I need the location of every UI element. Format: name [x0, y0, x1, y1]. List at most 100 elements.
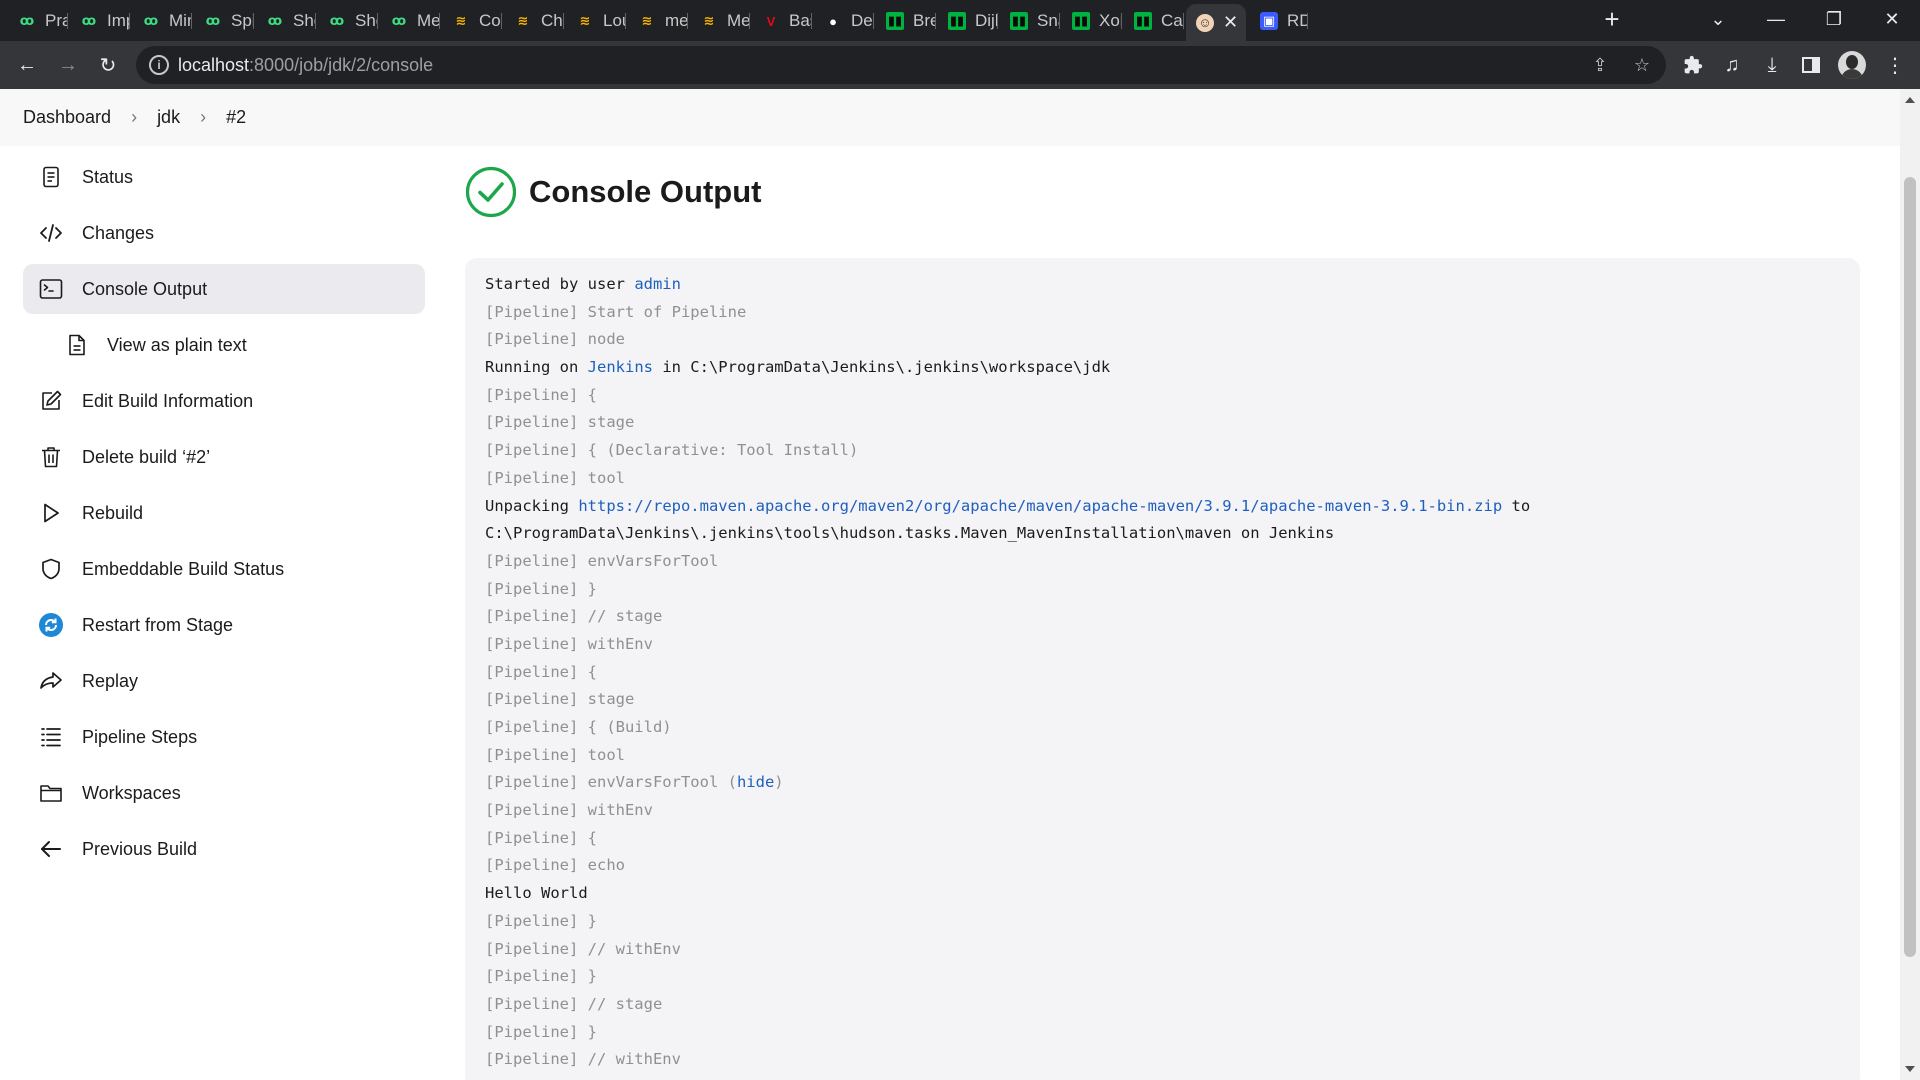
scroll-up-arrow-icon[interactable]: [1905, 97, 1915, 103]
sidebar-item-status[interactable]: Status: [23, 152, 425, 202]
stackoverflow-icon: ≋: [455, 13, 467, 28]
scrollbar-thumb[interactable]: [1904, 177, 1916, 957]
browser-tab[interactable]: ꝏ Sho: [318, 7, 378, 35]
console-text: in C:\ProgramData\Jenkins\.jenkins\works…: [652, 358, 1111, 377]
browser-tab[interactable]: ꝏ Spir: [194, 7, 254, 35]
sidebar-item-replay[interactable]: Replay: [23, 656, 425, 706]
shield-icon: [39, 557, 63, 581]
browser-tab[interactable]: ≋ Che: [504, 7, 564, 35]
green-square-icon: ▮▮: [886, 12, 904, 30]
console-text: [Pipeline] { (Build): [485, 718, 672, 736]
browser-tab[interactable]: ≋ Me: [690, 7, 750, 35]
minimize-window-button[interactable]: —: [1748, 0, 1804, 38]
browser-tab[interactable]: ▮▮ Xor: [1062, 7, 1122, 35]
sidebar-item-label: Pipeline Steps: [82, 726, 198, 747]
restore-window-button[interactable]: ❐: [1806, 0, 1862, 38]
sidebar-item-workspaces[interactable]: Workspaces: [23, 768, 425, 818]
browser-tab[interactable]: ꝏ Imp: [70, 7, 130, 35]
browser-tab[interactable]: ꝏ Prac: [8, 7, 68, 35]
terminal-icon: [39, 277, 63, 301]
browser-tab[interactable]: ꝏ Sho: [256, 7, 316, 35]
sidebar-item-delete-build[interactable]: Delete build ‘#2’: [23, 432, 425, 482]
extensions-puzzle-icon[interactable]: [1679, 51, 1707, 79]
play-icon: [39, 501, 63, 525]
console-line: [Pipeline] node: [485, 326, 1840, 354]
sidebar-item-previous-build[interactable]: Previous Build: [23, 824, 425, 874]
browser-tab[interactable]: ꝏ Me: [380, 7, 440, 35]
red-v-icon: V: [766, 13, 776, 29]
browser-tab[interactable]: ▮▮ Sna: [1000, 7, 1060, 35]
share-icon[interactable]: ⇪: [1588, 53, 1612, 77]
console-line: [Pipeline] // stage: [485, 991, 1840, 1019]
tab-search-icon[interactable]: ⌄: [1690, 0, 1746, 38]
console-text: [Pipeline] }: [485, 1022, 597, 1041]
reload-icon[interactable]: ↻: [92, 49, 124, 81]
console-line: Started by user admin: [485, 271, 1840, 299]
browser-tab[interactable]: ▣ RDS: [1250, 7, 1308, 35]
console-link[interactable]: Jenkins: [588, 358, 653, 376]
browser-tab[interactable]: ≋ met: [628, 7, 688, 35]
site-info-icon[interactable]: i: [149, 55, 169, 75]
sidebar-item-changes[interactable]: Changes: [23, 208, 425, 258]
sidebar-item-view-plain-text[interactable]: View as plain text: [23, 320, 425, 370]
browser-tab[interactable]: ꝏ Min: [132, 7, 192, 35]
download-icon[interactable]: ⤓: [1758, 51, 1786, 79]
console-text: [Pipeline] }: [485, 911, 597, 930]
browser-tab[interactable]: ▮▮ Bre: [876, 7, 936, 35]
breadcrumb-build[interactable]: #2: [226, 107, 246, 128]
sidebar-item-rebuild[interactable]: Rebuild: [23, 488, 425, 538]
browser-tab[interactable]: ● Dev: [814, 7, 874, 35]
console-link[interactable]: https://repo.maven.apache.org/maven2/org…: [578, 497, 1502, 515]
console-line: [Pipeline] }: [485, 963, 1840, 991]
close-window-button[interactable]: ✕: [1864, 0, 1920, 38]
github-icon: ●: [829, 13, 837, 29]
console-text: [Pipeline] {: [485, 662, 597, 681]
console-line: [Pipeline] stage: [485, 409, 1840, 437]
console-text: [Pipeline] // stage: [485, 607, 663, 626]
media-queue-icon[interactable]: ♫: [1718, 51, 1746, 79]
new-tab-button[interactable]: +: [1598, 6, 1626, 34]
console-text: [Pipeline] // withEnv: [485, 1050, 681, 1069]
close-tab-icon[interactable]: ✕: [1223, 12, 1238, 33]
browser-tab[interactable]: ☺ ✕: [1186, 4, 1246, 41]
console-link[interactable]: admin: [634, 275, 681, 293]
page-scrollbar[interactable]: [1900, 89, 1920, 1080]
console-line: [Pipeline] tool: [485, 742, 1840, 770]
console-text: [Pipeline] stage: [485, 413, 635, 432]
console-link[interactable]: hide: [737, 773, 774, 791]
profile-avatar[interactable]: [1838, 51, 1866, 79]
address-bar[interactable]: i localhost:8000/job/jdk/2/console ⇪ ☆: [136, 46, 1666, 84]
console-line: [Pipeline] envVarsForTool: [485, 548, 1840, 576]
console-text: ): [774, 773, 784, 792]
forward-arrow-icon[interactable]: →: [52, 49, 84, 81]
sidebar-item-console-output[interactable]: Console Output: [23, 264, 425, 314]
tab-title: Sho: [293, 11, 316, 30]
tab-title: Dijk: [975, 11, 998, 30]
console-line: [Pipeline] withEnv: [485, 797, 1840, 825]
sidebar-item-label: View as plain text: [107, 334, 247, 355]
bookmark-star-icon[interactable]: ☆: [1630, 53, 1654, 77]
tab-title: Sna: [1037, 11, 1060, 30]
back-arrow-icon[interactable]: ←: [11, 49, 43, 81]
spring-leaf-icon: ꝏ: [391, 13, 407, 28]
browser-tab[interactable]: V Bas: [752, 7, 812, 35]
browser-tab[interactable]: ≋ Cou: [442, 7, 502, 35]
side-panel-icon[interactable]: [1797, 51, 1825, 79]
browser-tab[interactable]: ▮▮ Can: [1124, 7, 1184, 35]
sidebar-item-embeddable-build-status[interactable]: Embeddable Build Status: [23, 544, 425, 594]
tab-title: Lou: [603, 11, 626, 30]
tab-title: Imp: [107, 11, 130, 30]
scroll-down-arrow-icon[interactable]: [1905, 1066, 1915, 1072]
sidebar-item-restart-from-stage[interactable]: Restart from Stage: [23, 600, 425, 650]
console-line: [Pipeline] // stage: [485, 603, 1840, 631]
browser-menu-icon[interactable]: ⋮: [1881, 51, 1909, 79]
sidebar-item-pipeline-steps[interactable]: Pipeline Steps: [23, 712, 425, 762]
tab-title: Dev: [851, 11, 874, 30]
browser-tab[interactable]: ▮▮ Dijk: [938, 7, 998, 35]
tab-title: RDS: [1287, 11, 1308, 30]
browser-tab[interactable]: ≋ Lou: [566, 7, 626, 35]
sidebar-item-edit-build-information[interactable]: Edit Build Information: [23, 376, 425, 426]
breadcrumb-job[interactable]: jdk: [157, 107, 180, 128]
breadcrumb-dashboard[interactable]: Dashboard: [23, 107, 111, 128]
console-text: [Pipeline] { (Declarative: Tool Install): [485, 441, 859, 460]
